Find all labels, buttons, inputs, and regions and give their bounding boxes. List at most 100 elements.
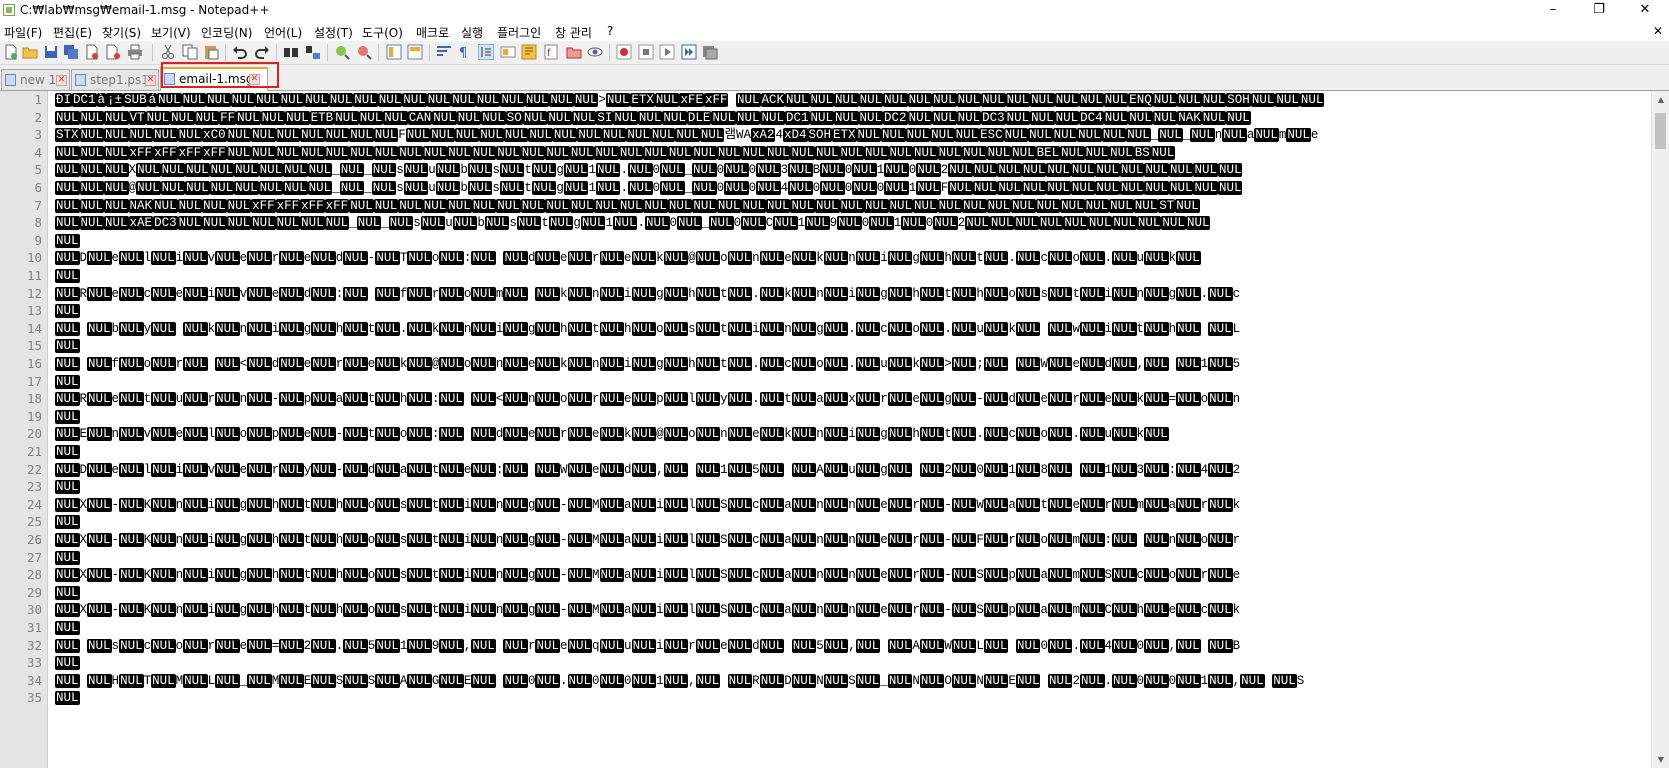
tab-step1-ps1[interactable]: step1.ps1 ✕ bbox=[71, 69, 159, 90]
control-char-badge: NUL bbox=[1144, 568, 1169, 583]
redo-icon[interactable] bbox=[254, 44, 270, 60]
undo-icon[interactable] bbox=[232, 44, 248, 60]
scroll-down-arrow-icon[interactable]: ▼ bbox=[1652, 751, 1669, 768]
control-char-badge: NUL bbox=[839, 145, 865, 160]
replace-icon[interactable] bbox=[305, 44, 321, 60]
minimize-button[interactable]: – bbox=[1530, 0, 1576, 21]
code-line: NUL bbox=[55, 338, 80, 355]
control-char-badge: NUL bbox=[1112, 568, 1137, 583]
tab-new-1[interactable]: new 1 ✕ bbox=[1, 69, 70, 90]
sync-horizontal-icon[interactable] bbox=[407, 44, 423, 60]
close-icon[interactable] bbox=[84, 44, 100, 60]
menu-language[interactable]: 언어(L) bbox=[264, 24, 302, 41]
cut-icon[interactable] bbox=[160, 44, 176, 60]
zoom-in-icon[interactable] bbox=[334, 44, 350, 60]
scroll-thumb[interactable] bbox=[1655, 113, 1666, 149]
control-char-badge: NUL bbox=[467, 181, 493, 195]
menu-settings[interactable]: 설정(T) bbox=[314, 24, 353, 41]
control-char-badge: NUL bbox=[1119, 163, 1145, 178]
control-char-badge: NUL bbox=[405, 128, 431, 143]
save-all-icon[interactable] bbox=[63, 44, 79, 60]
sync-vertical-icon[interactable] bbox=[386, 44, 402, 60]
control-char-badge: NUL bbox=[356, 216, 382, 231]
control-char-badge: NUL bbox=[55, 339, 80, 354]
control-char-badge: NUL bbox=[230, 93, 256, 107]
control-char-badge: NUL bbox=[475, 93, 501, 107]
indent-guide-icon[interactable] bbox=[478, 44, 494, 60]
menu-plugins[interactable]: 플러그인 bbox=[497, 24, 541, 41]
control-char-badge: NUL bbox=[1047, 568, 1073, 583]
control-char-badge: NUL bbox=[692, 145, 717, 160]
control-char-badge: NUL bbox=[724, 163, 749, 178]
stop-record-icon[interactable] bbox=[638, 44, 654, 60]
print-icon[interactable] bbox=[127, 44, 143, 60]
new-file-icon[interactable] bbox=[3, 44, 19, 60]
menu-run[interactable]: 실행 bbox=[461, 24, 483, 41]
menu-file[interactable]: 파일(F) bbox=[4, 24, 42, 41]
control-char-badge: NUL bbox=[741, 216, 766, 231]
record-macro-icon[interactable] bbox=[616, 44, 632, 60]
control-char-badge: NUL bbox=[151, 427, 176, 442]
control-char-badge: NUL bbox=[791, 638, 817, 653]
control-char-badge: NUL bbox=[283, 181, 308, 195]
control-char-badge: NUL bbox=[567, 638, 593, 653]
word-wrap-icon[interactable] bbox=[436, 44, 452, 60]
text-content[interactable]: ÐI DC1 à ¡± SUB á NUL NUL NUL NUL NUL NUL NUL NUL NUL N… bbox=[48, 91, 1651, 768]
function-list-icon[interactable]: f bbox=[543, 44, 559, 60]
menu-edit[interactable]: 편집(E) bbox=[53, 24, 92, 41]
menu-help[interactable]: ? bbox=[607, 24, 613, 38]
save-macro-icon[interactable] bbox=[702, 44, 718, 60]
close-all-icon[interactable] bbox=[105, 44, 121, 60]
menu-window[interactable]: 창 관리 bbox=[555, 24, 592, 41]
control-char-badge: NUL bbox=[215, 286, 240, 301]
zoom-out-icon[interactable] bbox=[356, 44, 372, 60]
control-char-badge: NUL bbox=[334, 110, 359, 125]
open-file-icon[interactable] bbox=[22, 44, 38, 60]
maximize-button[interactable]: ❐ bbox=[1576, 0, 1622, 21]
tab-close-icon[interactable]: ✕ bbox=[56, 75, 67, 86]
control-char-badge: NUL bbox=[104, 110, 129, 125]
copy-icon[interactable] bbox=[182, 44, 198, 60]
line-number: 7 bbox=[34, 197, 42, 213]
menu-tools[interactable]: 도구(O) bbox=[362, 24, 403, 41]
monitor-icon[interactable] bbox=[587, 44, 603, 60]
control-char-badge: NUL bbox=[403, 163, 429, 178]
control-char-badge: NUL bbox=[1176, 533, 1201, 547]
control-char-badge: NUL bbox=[858, 93, 884, 107]
control-char-badge: NUL bbox=[547, 110, 572, 125]
menu-search[interactable]: 찾기(S) bbox=[102, 24, 141, 41]
control-char-badge: NUL bbox=[55, 374, 80, 389]
paste-icon[interactable] bbox=[203, 44, 219, 60]
scroll-up-arrow-icon[interactable]: ▲ bbox=[1652, 91, 1669, 108]
udl-icon[interactable] bbox=[500, 44, 516, 60]
control-char-badge: NUL bbox=[855, 251, 881, 266]
control-char-badge: VT bbox=[128, 110, 146, 125]
line-number: 4 bbox=[34, 144, 42, 160]
control-char-badge: NUL bbox=[79, 110, 105, 125]
run-macro-multiple-icon[interactable] bbox=[681, 44, 697, 60]
play-macro-icon[interactable] bbox=[659, 44, 675, 60]
control-char-badge: NUL bbox=[864, 198, 889, 213]
code-line: NULXNUL-NULKNULnNULiNULgNULhNULtNULhNULo… bbox=[55, 603, 1241, 618]
control-char-badge: NUL bbox=[567, 427, 593, 442]
doc-map-icon[interactable] bbox=[521, 44, 537, 60]
close-window-button[interactable]: ✕ bbox=[1622, 0, 1668, 21]
menu-macro[interactable]: 매크로 bbox=[416, 24, 449, 41]
control-char-badge: NUL bbox=[251, 145, 276, 160]
menu-encoding[interactable]: 인코딩(N) bbox=[201, 24, 252, 41]
save-icon[interactable] bbox=[43, 44, 59, 60]
control-char-badge: NUL bbox=[471, 427, 496, 442]
vertical-scrollbar[interactable]: ▲ ▼ bbox=[1651, 91, 1669, 768]
control-char-badge: NUL bbox=[170, 110, 195, 125]
control-char-badge: NUL bbox=[951, 497, 977, 512]
control-char-badge: NUL bbox=[279, 673, 304, 688]
show-all-chars-icon[interactable]: ¶ bbox=[456, 44, 472, 60]
find-icon[interactable] bbox=[283, 44, 299, 60]
menu-view[interactable]: 보기(V) bbox=[151, 24, 191, 41]
editor-area[interactable]: 1 2 3 4 5 6 7 8 9 10 11 12 13 14 15 16 17 18 19 20 21 22 23 24 2… bbox=[0, 91, 1669, 768]
tab-close-icon[interactable]: ✕ bbox=[145, 75, 156, 86]
control-char-badge: NUL bbox=[55, 673, 80, 688]
close-document-x-icon[interactable]: ✕ bbox=[1653, 24, 1663, 38]
folder-workspace-icon[interactable] bbox=[566, 44, 582, 60]
control-char-badge: NUL bbox=[983, 638, 1009, 653]
